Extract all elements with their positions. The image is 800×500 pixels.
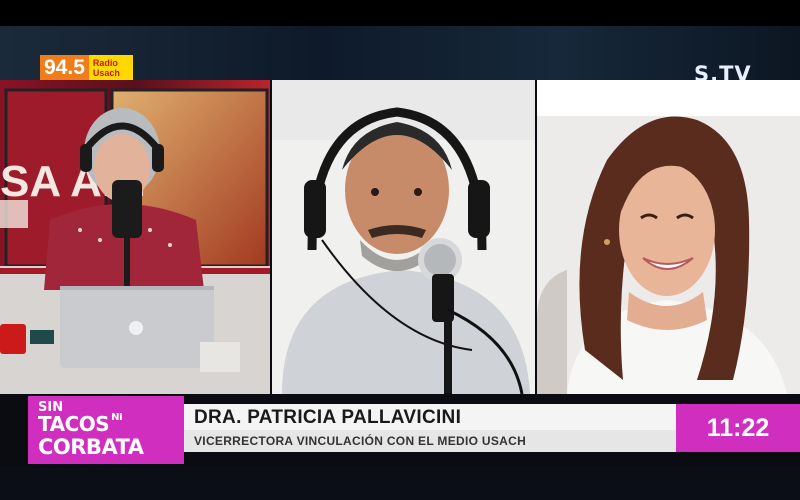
video-panel-guest-1: [272, 80, 535, 394]
show-logo-line3: CORBATA: [38, 435, 144, 459]
guest-1-video-frame: [272, 80, 535, 394]
broadcast-clock: 11:22: [676, 404, 800, 452]
guest-name-bar: DRA. PATRICIA PALLAVICINI: [184, 404, 676, 430]
bottom-letterbox: [0, 466, 800, 500]
radio-frequency: 94.5: [40, 55, 89, 81]
show-logo-line2: TACOS NI: [38, 412, 123, 436]
guest-role-bar: VICERRECTORA VINCULACIÓN CON EL MEDIO US…: [184, 430, 676, 452]
radio-name-line2: Usach: [92, 68, 120, 78]
radio-name-line1: Radio: [92, 58, 118, 68]
show-logo-line2-small: NI: [111, 412, 123, 423]
show-logo: SIN TACOS NI CORBATA: [28, 396, 184, 464]
top-letterbox: [0, 0, 800, 26]
show-logo-line2-main: TACOS: [38, 412, 110, 436]
radio-name: Radio Usach: [88, 55, 133, 81]
video-panel-host: SA ADI: [0, 80, 270, 394]
host-video-frame: SA ADI: [0, 80, 270, 394]
radio-usach-logo: 94.5 Radio Usach: [40, 55, 133, 81]
guest-name: DRA. PATRICIA PALLAVICINI: [194, 407, 462, 428]
guest-role: VICERRECTORA VINCULACIÓN CON EL MEDIO US…: [194, 434, 527, 448]
guest-2-video-frame: [537, 80, 800, 394]
video-panel-guest-2: [537, 80, 800, 394]
